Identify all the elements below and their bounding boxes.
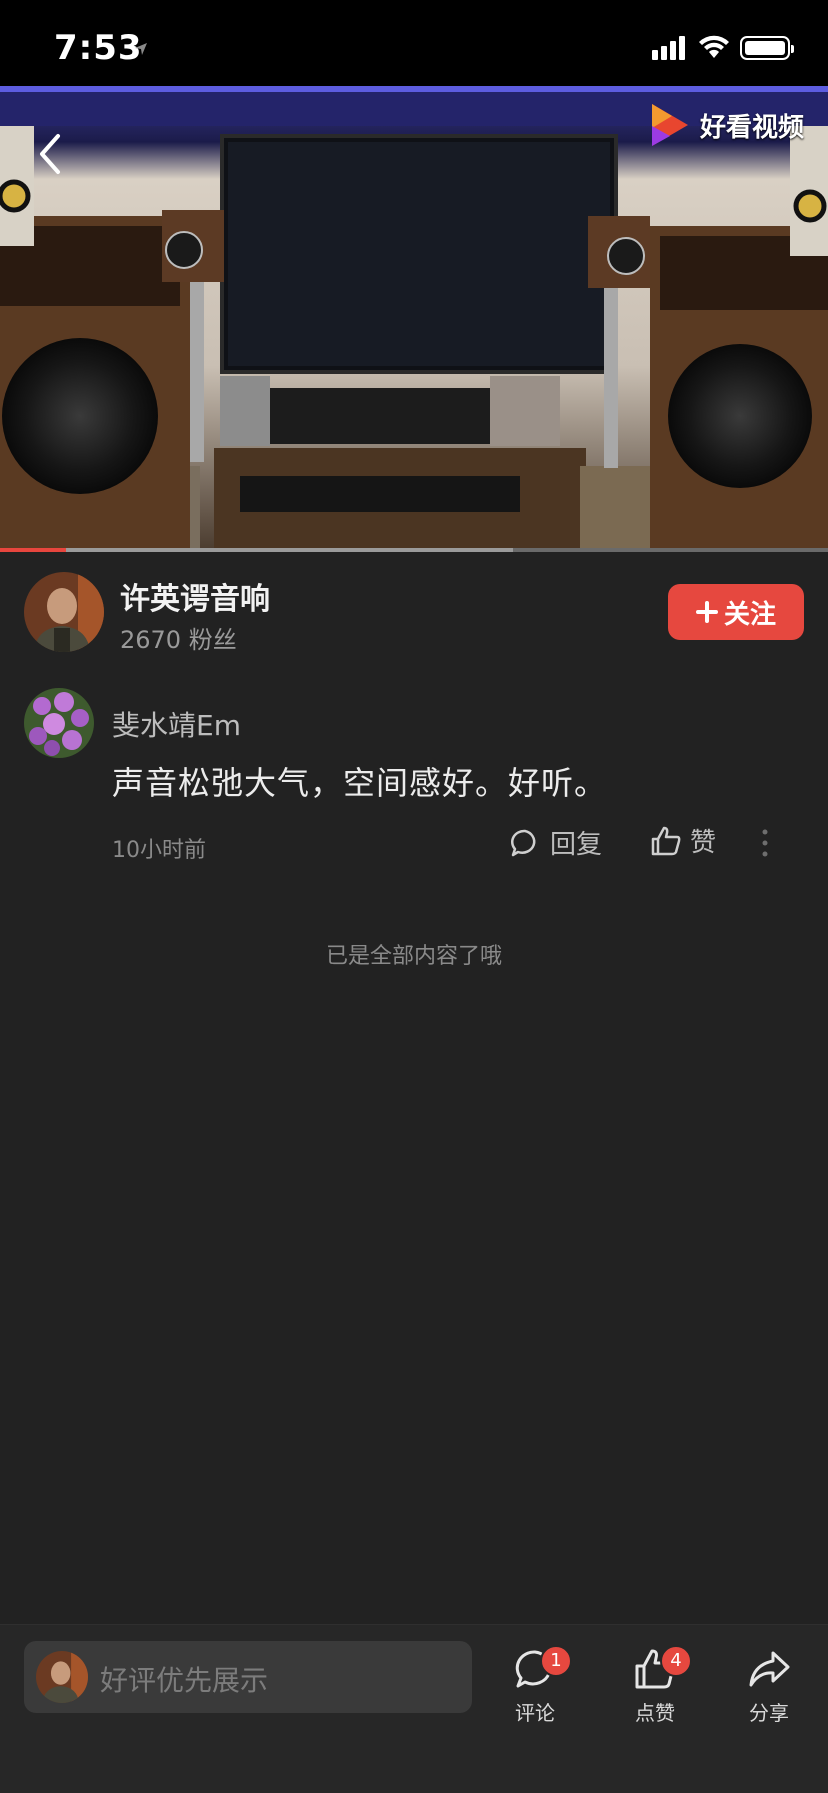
like-video-label: 点赞 xyxy=(635,1701,675,1725)
comment-item: 斐水靖Em 声音松弛大气，空间感好。好听。 10小时前 回复 赞 xyxy=(0,680,828,880)
battery-icon xyxy=(740,36,794,60)
comment-bubble-icon xyxy=(510,829,536,856)
share-button[interactable]: 分享 xyxy=(734,1639,804,1726)
comment-text: 声音松弛大气，空间感好。好听。 xyxy=(112,764,608,802)
logo-text: 好看视频 xyxy=(699,112,804,143)
more-options-icon[interactable] xyxy=(760,828,770,858)
follow-button[interactable]: 关注 xyxy=(668,584,804,640)
reply-label: 回复 xyxy=(550,830,603,860)
haokan-play-logo-icon xyxy=(651,104,688,146)
location-arrow-icon xyxy=(135,43,147,55)
bottom-bar: 好评优先展示 评论 1 点赞 4 分享 xyxy=(0,1624,828,1793)
commenter-name[interactable]: 斐水靖Em xyxy=(112,704,241,744)
status-time: 7:53 xyxy=(54,28,143,68)
commenter-avatar-image xyxy=(24,688,94,758)
comment-time: 10小时前 xyxy=(112,838,206,863)
share-arrow-icon xyxy=(749,1651,790,1687)
author-avatar[interactable] xyxy=(24,572,104,652)
share-label: 分享 xyxy=(749,1701,789,1725)
likes-badge: 4 xyxy=(660,1645,692,1677)
reply-button[interactable]: 回复 xyxy=(510,824,602,861)
like-comment-button[interactable]: 赞 xyxy=(650,822,716,859)
like-label: 赞 xyxy=(690,828,717,858)
back-icon[interactable] xyxy=(30,122,74,186)
commenter-avatar[interactable] xyxy=(24,688,94,758)
author-name[interactable]: 许英谔音响 xyxy=(120,574,270,618)
video-player[interactable]: 好看视频 xyxy=(0,86,828,552)
end-of-content-text: 已是全部内容了哦 xyxy=(325,944,502,969)
author-avatar-image xyxy=(24,572,104,652)
comment-input[interactable]: 好评优先展示 xyxy=(24,1641,472,1713)
comments-button[interactable]: 评论 1 xyxy=(500,1639,572,1726)
my-avatar-image xyxy=(36,1651,88,1703)
video-frame xyxy=(0,86,828,552)
thumbs-up-icon xyxy=(651,826,681,855)
comments-label: 评论 xyxy=(515,1701,555,1725)
status-bar: 7:53 xyxy=(0,0,828,86)
like-video-button[interactable]: 点赞 4 xyxy=(620,1639,692,1726)
follow-label: 关注 xyxy=(723,599,776,630)
plus-icon xyxy=(695,601,718,623)
comments-badge: 1 xyxy=(540,1645,572,1677)
cellular-signal-icon xyxy=(652,36,685,60)
app-logo: 好看视频 xyxy=(646,100,804,150)
author-fans-count: 2670 粉丝 xyxy=(120,626,237,654)
wifi-icon xyxy=(699,35,729,58)
my-avatar xyxy=(36,1651,88,1703)
comment-input-placeholder: 好评优先展示 xyxy=(100,1664,269,1697)
author-row: 许英谔音响 2670 粉丝 关注 xyxy=(0,552,828,672)
